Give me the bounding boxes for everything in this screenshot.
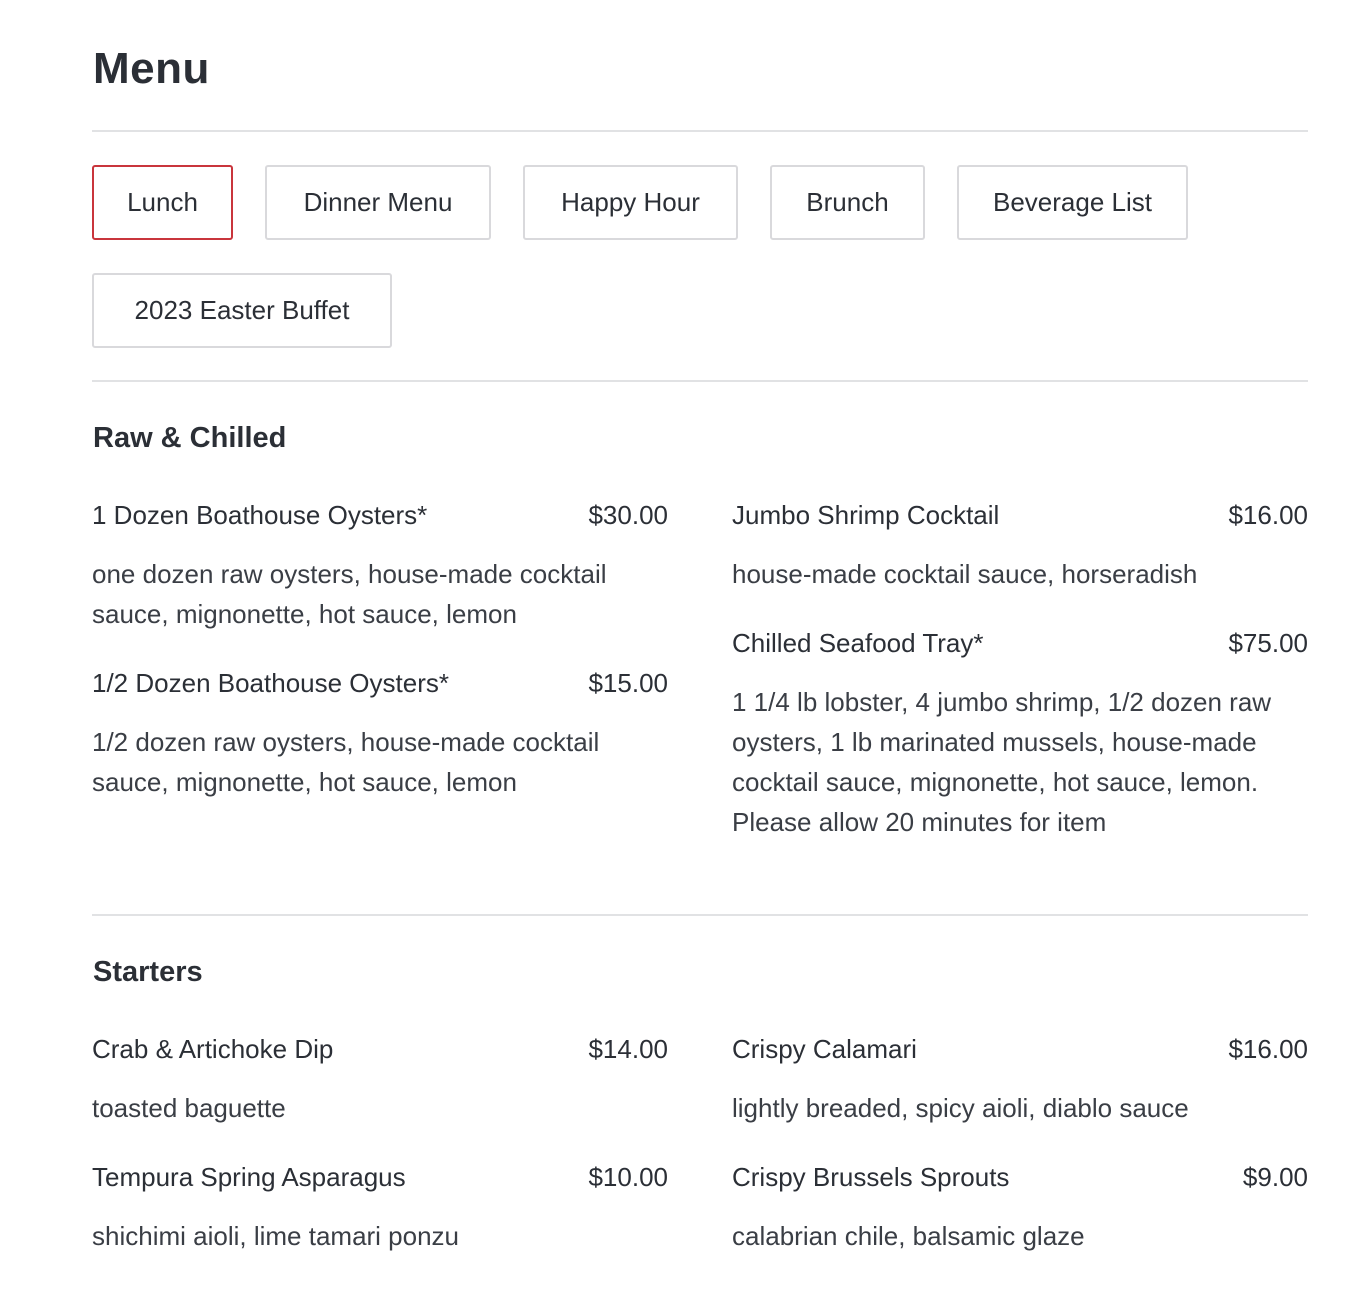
section-title-starters: Starters — [93, 956, 203, 988]
item-name: 1/2 Dozen Boathouse Oysters* — [92, 668, 449, 698]
divider — [92, 380, 1308, 382]
menu-item: Crab & Artichoke Dip $14.00 toasted bagu… — [92, 1034, 668, 1128]
tab-lunch[interactable]: Lunch — [92, 165, 233, 240]
tab-brunch[interactable]: Brunch — [770, 165, 925, 240]
item-name: Jumbo Shrimp Cocktail — [732, 500, 1000, 530]
item-name: Crab & Artichoke Dip — [92, 1034, 334, 1064]
item-description: calabrian chile, balsamic glaze — [732, 1221, 1085, 1251]
menu-item: 1/2 Dozen Boathouse Oysters* $15.00 1/2 … — [92, 668, 668, 802]
item-name: Chilled Seafood Tray* — [732, 628, 984, 658]
tab-label: 2023 Easter Buffet — [134, 295, 350, 325]
item-name: Tempura Spring Asparagus — [92, 1162, 406, 1192]
section-title-raw-chilled: Raw & Chilled — [93, 422, 287, 454]
item-price: $15.00 — [588, 668, 668, 698]
tab-dinner-menu[interactable]: Dinner Menu — [265, 165, 491, 240]
tab-label: Beverage List — [993, 187, 1152, 217]
tab-label: Lunch — [127, 187, 198, 217]
item-description: shichimi aioli, lime tamari ponzu — [92, 1221, 460, 1251]
item-price: $30.00 — [588, 500, 668, 530]
tab-label: Dinner Menu — [303, 187, 453, 217]
menu-item: 1 Dozen Boathouse Oysters* $30.00 one do… — [92, 500, 668, 634]
item-price: $16.00 — [1228, 500, 1308, 530]
page-title: Menu — [93, 44, 210, 93]
item-description: lightly breaded, spicy aioli, diablo sau… — [732, 1093, 1189, 1123]
menu-item: Crispy Calamari $16.00 lightly breaded, … — [732, 1034, 1308, 1128]
item-price: $75.00 — [1228, 628, 1308, 658]
item-description: one dozen raw oysters, house-made cockta… — [92, 559, 607, 629]
tab-beverage-list[interactable]: Beverage List — [957, 165, 1188, 240]
tab-label: Brunch — [806, 187, 889, 217]
item-name: 1 Dozen Boathouse Oysters* — [92, 500, 428, 530]
tab-2023-easter-buffet[interactable]: 2023 Easter Buffet — [92, 273, 392, 348]
menu-item: Crispy Brussels Sprouts $9.00 calabrian … — [732, 1162, 1308, 1256]
item-price: $14.00 — [588, 1034, 668, 1064]
menu-item: Chilled Seafood Tray* $75.00 1 1/4 lb lo… — [732, 628, 1308, 842]
item-price: $10.00 — [588, 1162, 668, 1192]
item-name: Crispy Calamari — [732, 1034, 917, 1064]
menu-item: Jumbo Shrimp Cocktail $16.00 house-made … — [732, 500, 1308, 594]
item-name: Crispy Brussels Sprouts — [732, 1162, 1010, 1192]
divider — [92, 914, 1308, 916]
menu-item: Tempura Spring Asparagus $10.00 shichimi… — [92, 1162, 668, 1256]
tab-label: Happy Hour — [561, 187, 700, 217]
divider — [92, 130, 1308, 132]
menu-page: Menu Lunch Dinner Menu Happy Hour Brunch… — [0, 0, 1359, 1289]
item-price: $16.00 — [1228, 1034, 1308, 1064]
item-description: 1/2 dozen raw oysters, house-made cockta… — [92, 727, 600, 797]
item-price: $9.00 — [1242, 1162, 1308, 1192]
item-description: toasted baguette — [92, 1093, 286, 1123]
tab-happy-hour[interactable]: Happy Hour — [523, 165, 738, 240]
item-description: house-made cocktail sauce, horseradish — [732, 559, 1198, 589]
item-description: 1 1/4 lb lobster, 4 jumbo shrimp, 1/2 do… — [732, 687, 1272, 837]
